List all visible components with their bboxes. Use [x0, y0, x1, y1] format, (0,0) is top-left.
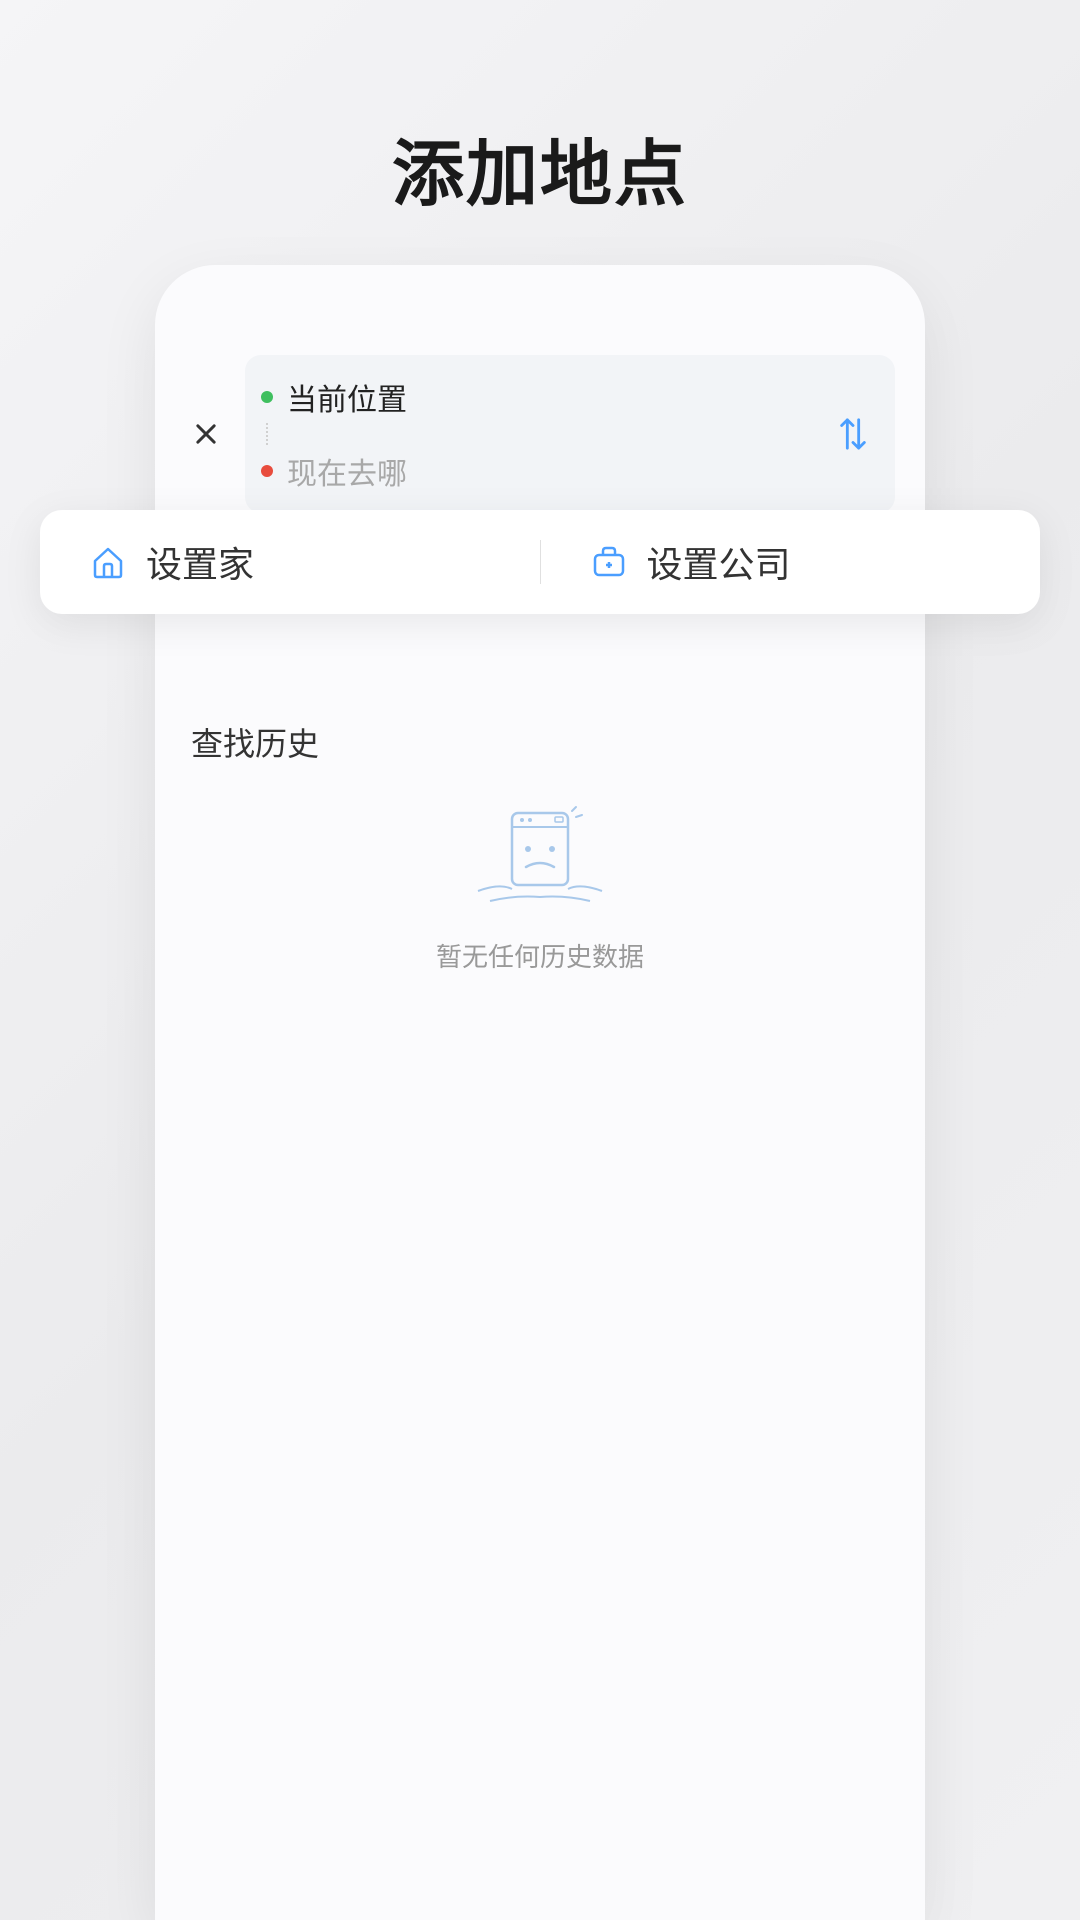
quick-set-card: 设置家 设置公司 — [40, 510, 1040, 614]
from-value: 当前位置 — [287, 375, 407, 419]
empty-state: 暂无任何历史数据 — [191, 805, 889, 974]
briefcase-icon — [589, 542, 629, 582]
swap-button[interactable] — [831, 412, 875, 456]
empty-illustration-icon — [460, 805, 620, 915]
set-home-button[interactable]: 设置家 — [40, 536, 540, 588]
from-input[interactable]: 当前位置 — [261, 367, 821, 427]
history-title: 查找历史 — [191, 719, 889, 765]
home-icon — [88, 542, 128, 582]
swap-icon — [836, 414, 870, 454]
close-icon — [192, 420, 220, 448]
set-company-button[interactable]: 设置公司 — [541, 536, 1041, 588]
close-button[interactable] — [185, 413, 227, 455]
route-search-card: 当前位置 现在去哪 — [185, 355, 895, 513]
page-title: 添加地点 — [0, 0, 1080, 220]
to-input[interactable]: 现在去哪 — [261, 441, 821, 501]
empty-text: 暂无任何历史数据 — [436, 937, 644, 974]
destination-dot-icon — [261, 465, 273, 477]
set-company-label: 设置公司 — [647, 536, 791, 588]
origin-dot-icon — [261, 391, 273, 403]
set-home-label: 设置家 — [146, 536, 254, 588]
route-inputs-container: 当前位置 现在去哪 — [245, 355, 895, 513]
to-placeholder: 现在去哪 — [287, 449, 407, 493]
history-section: 查找历史 — [185, 719, 895, 974]
